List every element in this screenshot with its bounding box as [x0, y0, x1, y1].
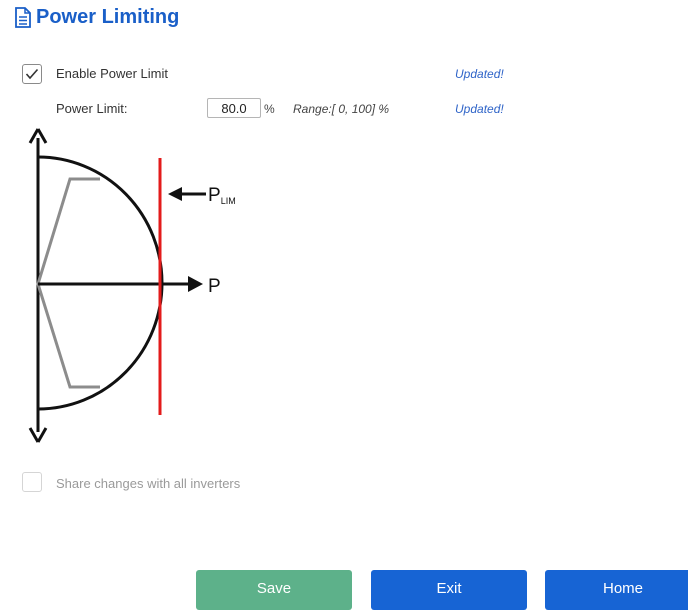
exit-button[interactable]: Exit — [371, 570, 527, 610]
page-title: Power Limiting — [14, 6, 179, 29]
p-lim-main: P — [208, 185, 221, 206]
document-icon — [15, 6, 31, 28]
power-limit-status-updated: Updated! — [455, 102, 504, 116]
p-label: P — [208, 276, 221, 297]
p-axis-arrow — [188, 276, 203, 292]
save-button[interactable]: Save — [196, 570, 352, 610]
p-lim-subscript: LIM — [221, 196, 236, 206]
page-title-text: Power Limiting — [36, 6, 180, 28]
power-limit-label: Power Limit: — [56, 101, 128, 116]
power-limit-range: Range:[ 0, 100] % — [293, 102, 390, 116]
home-button[interactable]: Home — [545, 570, 688, 610]
enable-status-updated: Updated! — [455, 67, 504, 81]
p-lim-label: PLIM — [208, 185, 236, 206]
power-limit-diagram: P PLIM — [28, 128, 236, 443]
checkmark-icon — [25, 68, 39, 80]
share-changes-label: Share changes with all inverters — [56, 476, 241, 491]
enable-power-limit-label: Enable Power Limit — [56, 66, 168, 81]
power-limit-unit: % — [264, 102, 275, 116]
share-changes-checkbox[interactable] — [22, 472, 42, 492]
enable-power-limit-checkbox[interactable] — [22, 64, 42, 84]
power-limit-input[interactable] — [207, 98, 261, 118]
p-lim-arrow-head — [168, 187, 182, 201]
